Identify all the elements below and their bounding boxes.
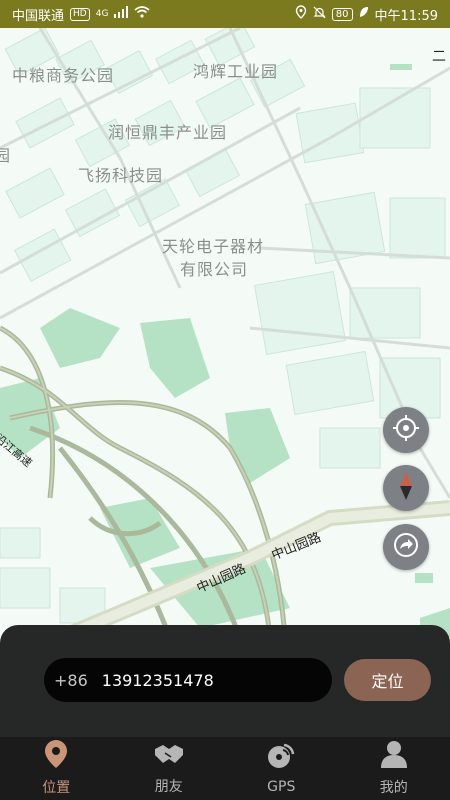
compass-icon xyxy=(399,472,413,504)
recenter-button[interactable] xyxy=(383,407,429,453)
compass-button[interactable] xyxy=(383,465,429,511)
tab-label: 位置 xyxy=(42,780,71,796)
location-status-icon xyxy=(295,5,307,23)
battery-indicator: 80 xyxy=(331,7,353,21)
network-type: 4G xyxy=(95,9,109,19)
signal-icon xyxy=(114,6,129,22)
share-location-button[interactable] xyxy=(383,524,429,570)
hd-badge: HD xyxy=(70,7,90,21)
bottom-tab-bar: 位置 朋友 GPS 我的 xyxy=(0,737,450,800)
carrier-name: 中国联通 xyxy=(12,8,65,24)
handshake-icon xyxy=(153,741,185,771)
poi-label: 润恒鼎丰产业园 xyxy=(108,123,228,142)
tab-label: 我的 xyxy=(379,780,408,796)
poi-label: 飞扬科技园 xyxy=(78,166,164,185)
poi-label: 鸿辉工业园 xyxy=(193,62,279,81)
poi-label: 中粮商务公园 xyxy=(12,66,115,85)
phone-input-field[interactable]: +86 xyxy=(44,658,332,702)
tab-friends[interactable]: 朋友 xyxy=(113,737,226,800)
road-label: 二 xyxy=(432,49,446,65)
tab-label: GPS xyxy=(267,779,296,795)
gps-signal-icon xyxy=(266,742,296,774)
wifi-icon xyxy=(134,6,150,22)
leaf-icon xyxy=(359,6,369,22)
crosshair-icon xyxy=(393,415,419,445)
tab-profile[interactable]: 我的 xyxy=(338,737,450,800)
poi-label: 有限公司 xyxy=(180,260,249,279)
poi-label: 园 xyxy=(0,146,12,165)
tab-gps[interactable]: GPS xyxy=(225,737,338,800)
poi-label: 天轮电子器材 xyxy=(162,237,265,256)
mute-icon xyxy=(313,6,326,23)
country-code: +86 xyxy=(54,670,88,690)
tab-location[interactable]: 位置 xyxy=(0,737,113,800)
location-pin-icon xyxy=(44,740,68,772)
phone-input[interactable] xyxy=(99,669,314,691)
person-icon xyxy=(380,740,408,772)
locate-button[interactable]: 定位 xyxy=(344,659,431,701)
status-bar: 中国联通 HD 4G 80 中午11:59 xyxy=(0,0,450,28)
clock: 中午11:59 xyxy=(374,8,438,24)
share-icon xyxy=(393,532,419,562)
tab-label: 朋友 xyxy=(154,779,183,795)
